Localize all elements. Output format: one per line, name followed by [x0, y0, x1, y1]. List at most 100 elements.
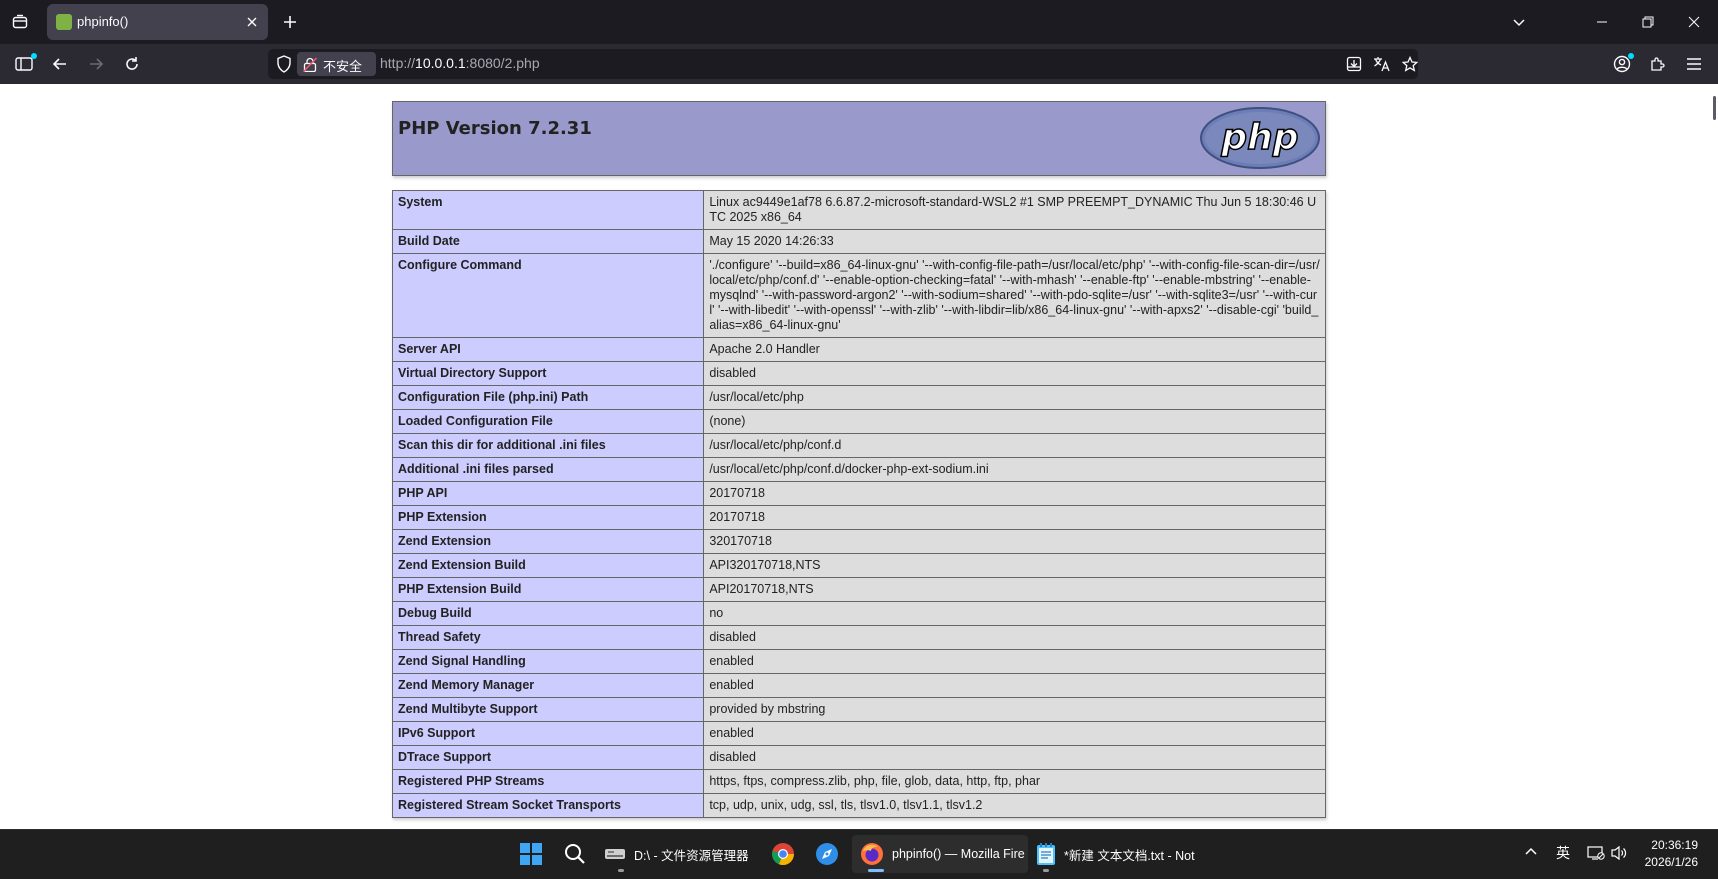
minimize-icon[interactable]	[1588, 8, 1616, 36]
row-key: Zend Memory Manager	[391, 673, 705, 698]
row-key: Server API	[391, 337, 705, 362]
taskbar-notepad[interactable]: *新建 文本文档.txt - Not	[1036, 835, 1195, 873]
row-value: /usr/local/etc/php/conf.d	[703, 433, 1326, 458]
row-key: Registered Stream Socket Transports	[391, 793, 705, 818]
insecure-lock-icon	[303, 57, 317, 72]
row-value: /usr/local/etc/php/conf.d/docker-php-ext…	[703, 457, 1326, 482]
php-logo[interactable]: php	[1199, 106, 1321, 174]
reload-icon[interactable]	[120, 52, 144, 76]
back-arrow-icon[interactable]	[48, 52, 72, 76]
table-row: Zend Extension Build API320170718,NTS	[391, 553, 1326, 578]
row-key: IPv6 Support	[391, 721, 705, 746]
restore-icon[interactable]	[1634, 8, 1662, 36]
table-row: Zend Memory Manager enabled	[391, 673, 1326, 698]
menu-hamburger-icon[interactable]	[1682, 52, 1706, 76]
drive-icon	[605, 849, 625, 859]
extensions-puzzle-icon[interactable]	[1646, 52, 1670, 76]
new-tab-icon[interactable]	[278, 10, 302, 34]
row-value: './configure' '--build=x86_64-linux-gnu'…	[703, 253, 1326, 338]
running-indicator	[1043, 869, 1049, 872]
row-key: Debug Build	[391, 601, 705, 626]
active-indicator	[868, 869, 884, 872]
tab-title: phpinfo()	[77, 14, 129, 29]
row-key: Build Date	[391, 229, 705, 254]
table-row: DTrace Support disabled	[391, 745, 1326, 770]
row-key: PHP Extension	[391, 505, 705, 530]
tab-phpinfo[interactable]: phpinfo()	[47, 4, 268, 40]
chevron-down-icon[interactable]	[1505, 8, 1533, 36]
table-row: Virtual Directory Support disabled	[391, 361, 1326, 386]
account-notification-dot-icon	[1628, 53, 1634, 59]
table-row: Registered Stream Socket Transports tcp, …	[391, 793, 1326, 818]
translate-icon[interactable]	[1372, 54, 1392, 74]
taskbar-firefox[interactable]: phpinfo() — Mozilla Fire	[852, 835, 1028, 873]
close-window-icon[interactable]	[1680, 8, 1708, 36]
php-logo-text: php	[1220, 117, 1298, 158]
sidebar-icon[interactable]	[12, 52, 37, 76]
row-value: disabled	[703, 625, 1326, 650]
notification-dot-icon	[31, 53, 37, 59]
row-value: API20170718,NTS	[703, 577, 1326, 602]
row-value: provided by mbstring	[703, 697, 1326, 722]
clock[interactable]: 20:36:19 2026/1/26	[1645, 837, 1698, 871]
tab-list-icon[interactable]	[8, 10, 32, 34]
row-value: (none)	[703, 409, 1326, 434]
php-favicon-icon	[56, 14, 72, 30]
row-key: PHP Extension Build	[391, 577, 705, 602]
chrome-icon[interactable]	[768, 839, 798, 869]
forward-arrow-icon[interactable]	[84, 52, 108, 76]
navigation-toolbar: 不安全 http://10.0.0.1:8080/2.php	[0, 44, 1718, 84]
page-viewport[interactable]: PHP Version 7.2.31 php System Linux ac944…	[0, 84, 1718, 829]
page-title: PHP Version 7.2.31	[398, 118, 592, 139]
url-text[interactable]: http://10.0.0.1:8080/2.php	[380, 55, 540, 71]
row-value: 320170718	[703, 529, 1326, 554]
clock-date: 2026/1/26	[1644, 855, 1698, 869]
connection-insecure-badge[interactable]: 不安全	[297, 52, 376, 76]
table-row: Zend Multibyte Support provided by mbstri…	[391, 697, 1326, 722]
start-windows-icon[interactable]	[516, 839, 546, 869]
row-value: 20170718	[703, 481, 1326, 506]
table-row: Thread Safety disabled	[391, 625, 1326, 650]
volume-icon[interactable]	[1610, 845, 1628, 864]
table-row: Scan this dir for additional .ini files /…	[391, 433, 1326, 458]
tracking-protection-shield-icon[interactable]	[276, 55, 292, 77]
account-icon[interactable]	[1610, 52, 1634, 76]
row-key: DTrace Support	[391, 745, 705, 770]
row-value: 20170718	[703, 505, 1326, 530]
notepad-label: *新建 文本文档.txt - Not	[1064, 848, 1195, 863]
row-key: Additional .ini files parsed	[391, 457, 705, 482]
table-row: IPv6 Support enabled	[391, 721, 1326, 746]
row-key: Registered PHP Streams	[391, 769, 705, 794]
row-key: Scan this dir for additional .ini files	[391, 433, 705, 458]
running-indicator	[618, 869, 624, 872]
row-value: enabled	[703, 649, 1326, 674]
search-icon[interactable]	[560, 839, 590, 869]
url-scheme: http://	[380, 55, 416, 71]
row-key: Thread Safety	[391, 625, 705, 650]
taskbar-explorer[interactable]: D:\ - 文件资源管理器	[604, 835, 749, 873]
browser-app-icon[interactable]	[812, 839, 842, 869]
url-bar[interactable]: 不安全 http://10.0.0.1:8080/2.php	[268, 49, 1418, 79]
insecure-label: 不安全	[323, 59, 363, 74]
vertical-scrollbar[interactable]	[1713, 96, 1716, 120]
close-tab-icon[interactable]	[242, 12, 262, 32]
table-row: Configure Command './configure' '--build=…	[391, 253, 1326, 338]
bookmark-star-icon[interactable]	[1400, 54, 1420, 74]
table-row: PHP Extension 20170718	[391, 505, 1326, 530]
windows-taskbar: D:\ - 文件资源管理器 phpinfo() — Mozilla Fire *…	[0, 829, 1718, 879]
firefox-icon	[861, 843, 883, 865]
explorer-label: D:\ - 文件资源管理器	[634, 848, 749, 863]
save-page-icon[interactable]	[1344, 54, 1364, 74]
network-icon[interactable]	[1587, 845, 1605, 864]
row-key: Loaded Configuration File	[391, 409, 705, 434]
tray-chevron-up-icon[interactable]	[1524, 845, 1538, 862]
row-value: disabled	[703, 361, 1326, 386]
table-row: Configuration File (php.ini) Path/usr/lo…	[391, 385, 1326, 410]
table-row: Server API Apache 2.0 Handler	[391, 337, 1326, 362]
row-value: May 15 2020 14:26:33	[703, 229, 1326, 254]
row-value: /usr/local/etc/php	[703, 385, 1326, 410]
row-key: PHP API	[391, 481, 705, 506]
ime-indicator[interactable]: 英	[1556, 843, 1570, 863]
row-value: Linux ac9449e1af78 6.6.87.2-microsoft-st…	[703, 190, 1326, 230]
row-key: Zend Signal Handling	[391, 649, 705, 674]
